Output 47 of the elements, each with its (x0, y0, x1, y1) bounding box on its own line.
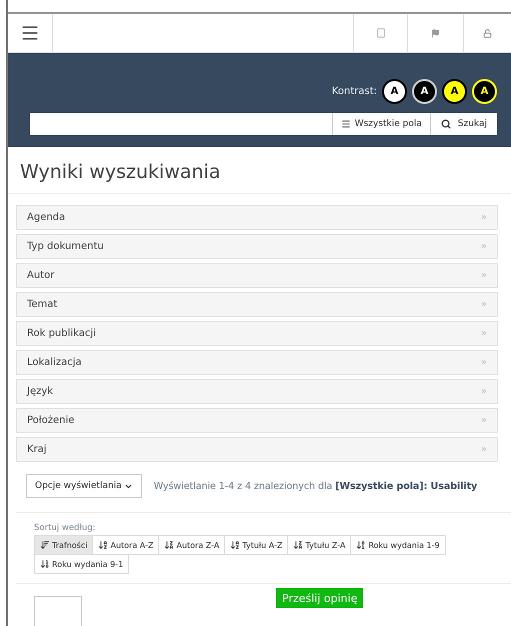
chevron-icon: » (480, 357, 487, 368)
tablet-icon[interactable] (376, 28, 386, 38)
actions-button[interactable] (34, 596, 82, 626)
chevron-icon: » (480, 415, 487, 426)
sort-button[interactable]: Trafności (34, 535, 94, 555)
lock-icon[interactable] (483, 28, 492, 38)
search-icon (440, 119, 451, 129)
sort-button[interactable]: Roku wydania 1-9 (350, 535, 446, 555)
sort-button[interactable]: Roku wydania 9-1 (34, 554, 130, 574)
contrast-button[interactable]: A (442, 79, 467, 104)
menu-icon (340, 119, 351, 129)
sort-button[interactable]: Tytułu A-Z (224, 535, 288, 555)
sort-icon (40, 559, 50, 569)
flag-icon[interactable] (431, 28, 440, 38)
chevron-icon: » (480, 444, 487, 455)
contrast-button[interactable]: A (382, 79, 407, 104)
chevron-icon: » (480, 212, 487, 223)
display-options-button[interactable]: Opcje wyświetlania (26, 474, 142, 498)
sort-label: Sortuj według: (34, 523, 97, 533)
sort-icon (230, 540, 240, 550)
sort-icon (164, 540, 174, 550)
facet-item[interactable]: Typ dokumentu » (16, 234, 498, 259)
chevron-icon: » (480, 328, 487, 339)
facet-item[interactable]: Temat » (16, 292, 498, 317)
sort-button[interactable]: Tytułu Z-A (287, 535, 352, 555)
chevron-icon: » (480, 299, 487, 310)
sort-button[interactable]: Autora A-Z (92, 535, 160, 555)
sort-icon (40, 540, 50, 550)
chevron-icon: » (480, 386, 487, 397)
sort-button[interactable]: Autora Z-A (158, 535, 226, 555)
sort-icon (293, 540, 304, 550)
facet-item[interactable]: Agenda » (16, 205, 498, 230)
facet-item[interactable]: Kraj » (16, 437, 498, 462)
contrast-button[interactable]: A (472, 79, 497, 104)
results-summary: Wyświetlanie 1-4 z 4 znalezionych dla [Wszystkie pola]: Usability (154, 480, 478, 492)
chevron-icon: » (480, 241, 487, 252)
contrast-label: Kontrast: (332, 86, 377, 97)
sort-icon (98, 540, 108, 550)
chevron-icon: » (480, 270, 487, 281)
facet-item[interactable]: Lokalizacja » (16, 350, 498, 375)
page-title: Wyniki wyszukiwania (8, 147, 511, 194)
facet-item[interactable]: Język » (16, 379, 498, 404)
sort-icon (356, 540, 366, 550)
facet-item[interactable]: Rok publikacji » (16, 321, 498, 346)
facet-item[interactable]: Położenie » (16, 408, 498, 433)
facet-item[interactable]: Autor » (16, 263, 498, 288)
contrast-button[interactable]: A (412, 79, 437, 104)
